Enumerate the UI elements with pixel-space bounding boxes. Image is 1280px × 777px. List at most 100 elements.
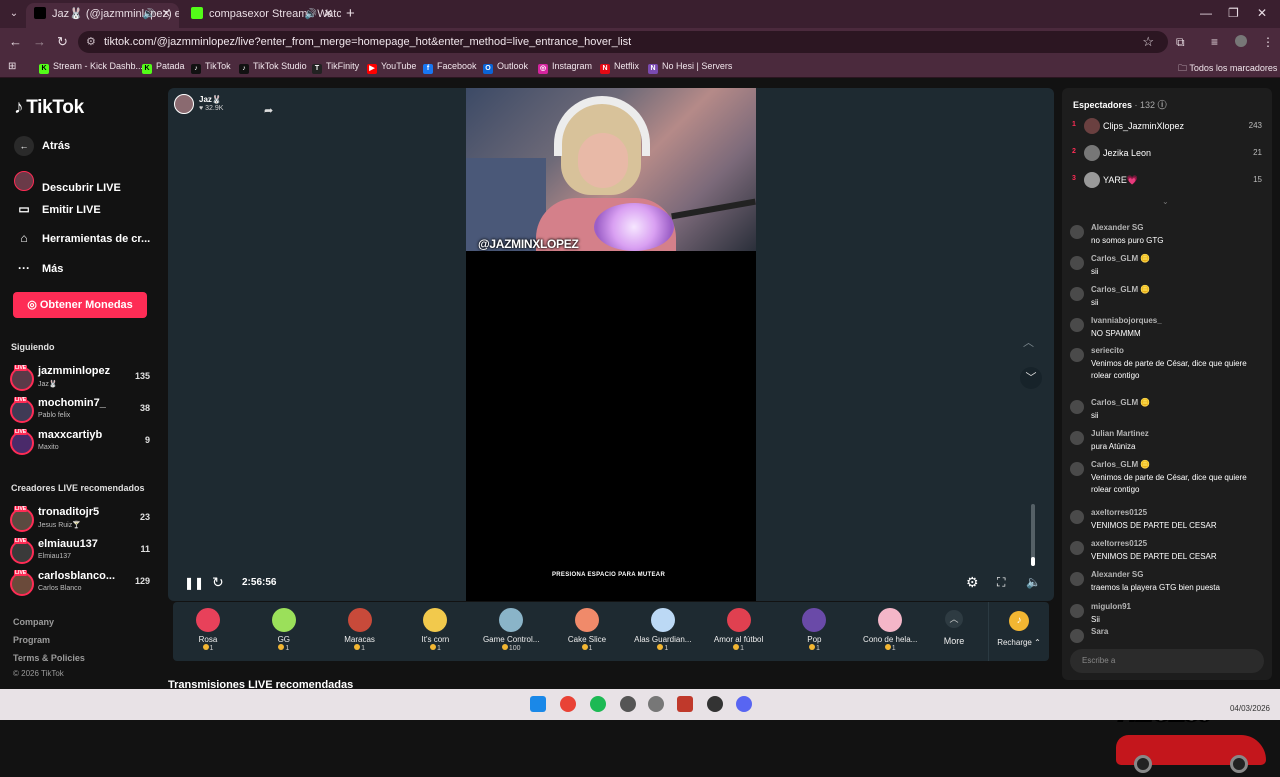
minimize-icon[interactable]: — (1200, 6, 1212, 20)
refresh-icon[interactable]: ↻ (212, 574, 224, 591)
back-arrow-icon[interactable]: ← (9, 34, 22, 49)
chat-input[interactable]: Escribe a (1070, 649, 1264, 673)
live-player[interactable]: Jaz🐰 ♥ 32.9K ➦ @JAZMINXLOPEZ PRESIONA ES… (168, 88, 1054, 601)
obs-icon[interactable] (620, 696, 636, 712)
all-bookmarks[interactable]: 🗀 Todos los marcadores (1178, 61, 1277, 77)
site-info-icon[interactable]: ⚙ (86, 31, 96, 53)
gift-item[interactable]: Pop 1 (779, 608, 849, 652)
back-link[interactable]: ← Atrás (14, 136, 70, 156)
top-viewer[interactable]: 2 Jezika Leon 21 (1072, 145, 1262, 163)
spotify-icon[interactable] (590, 696, 606, 712)
forward-arrow-icon[interactable]: → (33, 34, 46, 49)
chat-username[interactable]: Sara (1091, 627, 1108, 636)
nav-more[interactable]: ··· Más (14, 261, 63, 275)
footer-company[interactable]: Company (13, 617, 54, 627)
apps-grid-icon[interactable]: ⊞ (8, 61, 16, 72)
chat-username[interactable]: Julian Martinez (1091, 429, 1149, 438)
chrome-icon[interactable] (560, 696, 576, 712)
bookmark-tikfinity[interactable]: T TikFinity (312, 61, 359, 74)
address-bar[interactable]: ⚙ tiktok.com/@jazmminlopez/live?enter_fr… (78, 31, 1168, 53)
footer-terms[interactable]: Terms & Policies (13, 653, 85, 663)
clock-app-icon[interactable] (648, 696, 664, 712)
chat-username[interactable]: migulon91 (1091, 602, 1131, 611)
chat-username[interactable]: Alexander SG (1091, 223, 1143, 232)
chat-username[interactable]: Carlos_GLM 🪙 (1091, 460, 1150, 469)
discord-icon[interactable] (736, 696, 752, 712)
bookmark-no-hesi[interactable]: N No Hesi | Servers (648, 61, 732, 74)
following-account[interactable]: LIVE mochomin7_ Pablo felix 38 (10, 397, 155, 425)
restore-icon[interactable]: ❐ (1228, 6, 1239, 20)
chat-username[interactable]: Ivanniabojorques_ (1091, 316, 1162, 325)
tiktok-logo[interactable]: ♪ TikTok (14, 97, 84, 119)
bookmark-patada[interactable]: K Patada (142, 61, 185, 74)
recommended-account[interactable]: LIVE tronaditojr5 Jesus Ruiz🍸 23 (10, 506, 155, 534)
gift-item[interactable]: Cono de hela... 1 (855, 608, 925, 652)
gift-item[interactable]: Rosa 1 (173, 608, 243, 652)
share-icon[interactable]: ➦ (264, 104, 273, 117)
pause-icon[interactable]: ❚❚ (184, 576, 204, 590)
recommended-account[interactable]: LIVE carlosblanco... Carlos Blanco 129 (10, 570, 155, 598)
start-icon[interactable] (530, 696, 546, 712)
top-viewer[interactable]: 1 Clips_JazminXlopez 243 (1072, 118, 1262, 136)
chat-username[interactable]: Carlos_GLM 🪙 (1091, 398, 1150, 407)
bookmark-tiktok-studio[interactable]: ♪ TikTok Studio (239, 61, 307, 74)
following-account[interactable]: LIVE jazmminlopez Jaz🐰 135 (10, 365, 155, 393)
volume-slider[interactable] (1031, 504, 1035, 566)
following-account[interactable]: LIVE maxxcartiyb Maxito 9 (10, 429, 155, 457)
gift-name: Maracas (344, 635, 375, 644)
tab-search-icon[interactable]: ⌄ (6, 6, 22, 22)
chat-username[interactable]: Carlos_GLM 🪙 (1091, 254, 1150, 263)
app-icon[interactable] (677, 696, 693, 712)
footer-program[interactable]: Program (13, 635, 50, 645)
profile-avatar[interactable] (1235, 35, 1247, 47)
tab-kick[interactable]: compasexor Stream - Watc 🔊 ✕ (183, 3, 341, 28)
settings-gear-icon[interactable]: ⚙ (966, 574, 979, 591)
nav-go-live[interactable]: ▭ Emitir LIVE (14, 202, 100, 216)
recharge-button[interactable]: ♪ Recharge ⌃ (988, 602, 1049, 661)
video-frame[interactable]: @JAZMINXLOPEZ (466, 88, 756, 601)
bookmark-netflix[interactable]: N Netflix (600, 61, 639, 74)
close-window-icon[interactable]: ✕ (1257, 6, 1267, 20)
reload-icon[interactable]: ↻ (57, 34, 68, 50)
chat-username[interactable]: axeltorres0125 (1091, 539, 1147, 548)
gift-item[interactable]: GG 1 (249, 608, 319, 652)
new-tab-button[interactable]: + (346, 5, 355, 22)
collapse-chevron-icon[interactable]: ⌄ (1162, 197, 1169, 206)
chat-username[interactable]: Carlos_GLM 🪙 (1091, 285, 1150, 294)
close-icon[interactable]: ✕ (162, 3, 171, 26)
live-avatar-icon (14, 171, 34, 191)
nav-creator-tools[interactable]: ⌂ Herramientas de cr... (14, 231, 150, 245)
next-live-icon[interactable]: ﹀ (1020, 367, 1042, 389)
bookmark-star-icon[interactable]: ☆ (1142, 31, 1154, 53)
media-icon[interactable]: ≡ (1211, 35, 1218, 49)
gift-item[interactable]: Cake Slice 1 (552, 608, 622, 652)
bookmark-outlook[interactable]: O Outlook (483, 61, 528, 74)
more-gifts-button[interactable]: ︿ More (939, 610, 969, 646)
gift-item[interactable]: Alas Guardian... 1 (628, 608, 698, 652)
top-viewer[interactable]: 3 YARE💗 15 (1072, 172, 1262, 190)
bookmark-tiktok[interactable]: ♪ TikTok (191, 61, 231, 74)
gift-item[interactable]: It's corn 1 (400, 608, 470, 652)
recommended-account[interactable]: LIVE elmiauu137 Elmiau137 11 (10, 538, 155, 566)
gift-item[interactable]: Amor al fútbol 1 (704, 608, 774, 652)
bookmark-instagram[interactable]: ◎ Instagram (538, 61, 592, 74)
bookmark-facebook[interactable]: f Facebook (423, 61, 477, 74)
chat-username[interactable]: Alexander SG (1091, 570, 1143, 579)
chat-username[interactable]: seriecito (1091, 346, 1124, 355)
gift-item[interactable]: Maracas 1 (325, 608, 395, 652)
fullscreen-icon[interactable]: ⛶ (997, 575, 1005, 590)
tab-tiktok[interactable]: Jaz🐰 (@jazmminlopez) es 🔊 ✕ (26, 3, 179, 28)
volume-icon[interactable]: 🔈 (1026, 575, 1041, 589)
previous-live-icon[interactable]: ︿ (1023, 334, 1034, 350)
chat-username[interactable]: axeltorres0125 (1091, 508, 1147, 517)
bookmark-kick-dashboard[interactable]: K Stream - Kick Dashb... (39, 61, 143, 74)
gift-item[interactable]: Game Control... 100 (476, 608, 546, 652)
extensions-icon[interactable]: ⧉ (1176, 35, 1185, 50)
close-icon[interactable]: ✕ (324, 3, 333, 26)
menu-kebab-icon[interactable]: ⋮ (1262, 35, 1274, 49)
bookmark-youtube[interactable]: ▶ YouTube (367, 61, 416, 74)
host-avatar[interactable] (174, 94, 194, 114)
nav-discover-live[interactable]: Descubrir LIVE (14, 171, 121, 194)
app-icon[interactable] (707, 696, 723, 712)
get-coins-button[interactable]: ◎ Obtener Monedas (13, 292, 147, 318)
